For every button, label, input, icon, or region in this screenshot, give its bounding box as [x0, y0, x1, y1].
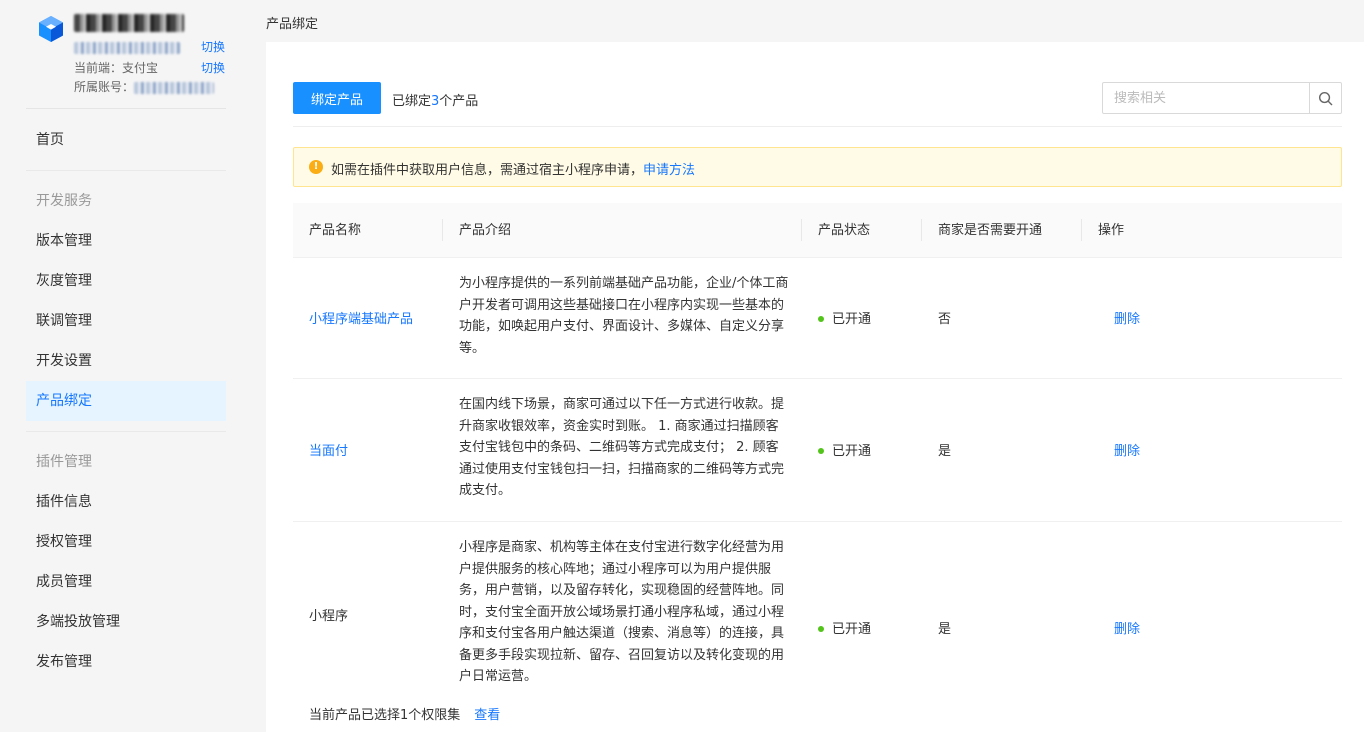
header-action: 操作 [1098, 223, 1125, 238]
header-product-desc: 产品介绍 [459, 223, 512, 238]
status-text: 已开通 [832, 444, 872, 459]
status-text: 已开通 [832, 622, 872, 637]
status-text: 已开通 [832, 312, 872, 327]
status-dot-icon [818, 315, 824, 322]
header-separator [1081, 219, 1082, 241]
search-button[interactable] [1309, 83, 1341, 113]
product-description: 为小程序提供的一系列前端基础产品功能，企业/个体工商户开发者可调用这些基础接口在… [459, 276, 789, 356]
status-dot-icon [818, 447, 824, 454]
app-id-row [74, 40, 180, 54]
product-description: 在国内线下场景，商家可通过以下任一方式进行收款。提升商家收银效率，资金实时到账。… [459, 397, 785, 498]
table-row: 小程序 小程序是商家、机构等主体在支付宝进行数字化经营为用户提供服务的核心阵地；… [293, 522, 1342, 722]
permission-set-line: 当前产品已选择1个权限集 查看 [309, 704, 500, 723]
merchant-need: 是 [938, 444, 952, 459]
page-title: 产品绑定 [266, 17, 319, 32]
bind-product-button[interactable]: 绑定产品 [293, 82, 381, 114]
delete-link[interactable]: 删除 [1114, 308, 1140, 327]
table-row: 当面付 在国内线下场景，商家可通过以下任一方式进行收款。提升商家收银效率，资金实… [293, 379, 1342, 522]
sidebar-item-version[interactable]: 版本管理 [26, 221, 226, 261]
table-row: 小程序端基础产品 为小程序提供的一系列前端基础产品功能，企业/个体工商户开发者可… [293, 258, 1342, 379]
product-status: 已开通 [818, 308, 871, 327]
header-product-status: 产品状态 [818, 223, 871, 238]
switch-app-link[interactable]: 切换 [201, 38, 225, 55]
header-product-name: 产品名称 [309, 223, 362, 238]
sidebar-item-auth[interactable]: 授权管理 [26, 522, 226, 562]
sidebar-group-dev: 开发服务 [36, 193, 92, 209]
merchant-need: 否 [938, 312, 952, 327]
view-permission-link[interactable]: 查看 [474, 708, 500, 723]
permission-text: 当前产品已选择1个权限集 [309, 708, 461, 723]
content-panel: 绑定产品 已绑定3个产品 ! 如需在插件中获取用户信息，需通过宿主小程序申请，申… [266, 42, 1364, 732]
sidebar-item-publish[interactable]: 发布管理 [26, 642, 226, 682]
account-label: 所属账号： [74, 80, 135, 94]
product-name: 小程序 [309, 609, 349, 624]
product-name-link[interactable]: 小程序端基础产品 [309, 308, 413, 327]
header-separator [442, 219, 443, 241]
toolbar-divider [293, 126, 1342, 127]
sidebar-group-plugin: 插件管理 [36, 454, 92, 470]
table-header: 产品名称 产品介绍 产品状态 商家是否需要开通 操作 [293, 203, 1342, 258]
sidebar-item-home[interactable]: 首页 [26, 120, 226, 160]
delete-link[interactable]: 删除 [1114, 440, 1140, 459]
sidebar-separator [26, 170, 226, 171]
search-icon [1318, 91, 1333, 105]
sidebar-item-multi-end[interactable]: 多端投放管理 [26, 602, 226, 642]
account-value-blurred [134, 81, 215, 94]
header-merchant-need: 商家是否需要开通 [938, 223, 1043, 238]
app-name-blurred [74, 14, 184, 32]
product-status: 已开通 [818, 618, 871, 637]
bound-count-text: 已绑定3个产品 [392, 90, 478, 109]
alert-text: 如需在插件中获取用户信息，需通过宿主小程序申请，申请方法 [331, 159, 695, 178]
sidebar-item-gray-release[interactable]: 灰度管理 [26, 261, 226, 301]
header-separator [801, 219, 802, 241]
search-input[interactable] [1103, 83, 1309, 113]
sidebar-separator [26, 431, 226, 432]
search-box [1102, 82, 1342, 114]
sidebar-item-plugin-info[interactable]: 插件信息 [26, 482, 226, 522]
account-row: 所属账号： [74, 78, 215, 95]
sidebar-item-members[interactable]: 成员管理 [26, 562, 226, 602]
current-end-label: 当前端：支付宝 [74, 61, 159, 75]
header-separator [921, 219, 922, 241]
sidebar-item-debug[interactable]: 联调管理 [26, 301, 226, 341]
apply-method-link[interactable]: 申请方法 [643, 163, 695, 178]
sidebar-item-dev-settings[interactable]: 开发设置 [26, 341, 226, 381]
switch-end-link[interactable]: 切换 [201, 59, 225, 76]
product-table: 产品名称 产品介绍 产品状态 商家是否需要开通 操作 小程序端基础产品 为小程序… [293, 203, 1342, 722]
mini-program-logo-icon [39, 16, 63, 42]
delete-link[interactable]: 删除 [1114, 618, 1140, 637]
app-id-blurred [74, 41, 180, 54]
info-alert: ! 如需在插件中获取用户信息，需通过宿主小程序申请，申请方法 [293, 147, 1342, 187]
warning-icon: ! [309, 160, 323, 174]
sidebar: 切换 当前端：支付宝 切换 所属账号： 首页 开发服务 版本管理 灰度管理 联调… [0, 0, 252, 732]
product-description: 小程序是商家、机构等主体在支付宝进行数字化经营为用户提供服务的核心阵地；通过小程… [459, 540, 785, 684]
product-status: 已开通 [818, 440, 871, 459]
bound-prefix: 已绑定 [392, 94, 432, 109]
merchant-need: 是 [938, 622, 952, 637]
status-dot-icon [818, 625, 824, 632]
sidebar-divider [26, 108, 226, 109]
sidebar-item-product-binding[interactable]: 产品绑定 [26, 381, 226, 421]
product-name-link[interactable]: 当面付 [309, 440, 348, 459]
bound-suffix: 个产品 [439, 94, 479, 109]
alert-message: 如需在插件中获取用户信息，需通过宿主小程序申请， [331, 163, 644, 178]
